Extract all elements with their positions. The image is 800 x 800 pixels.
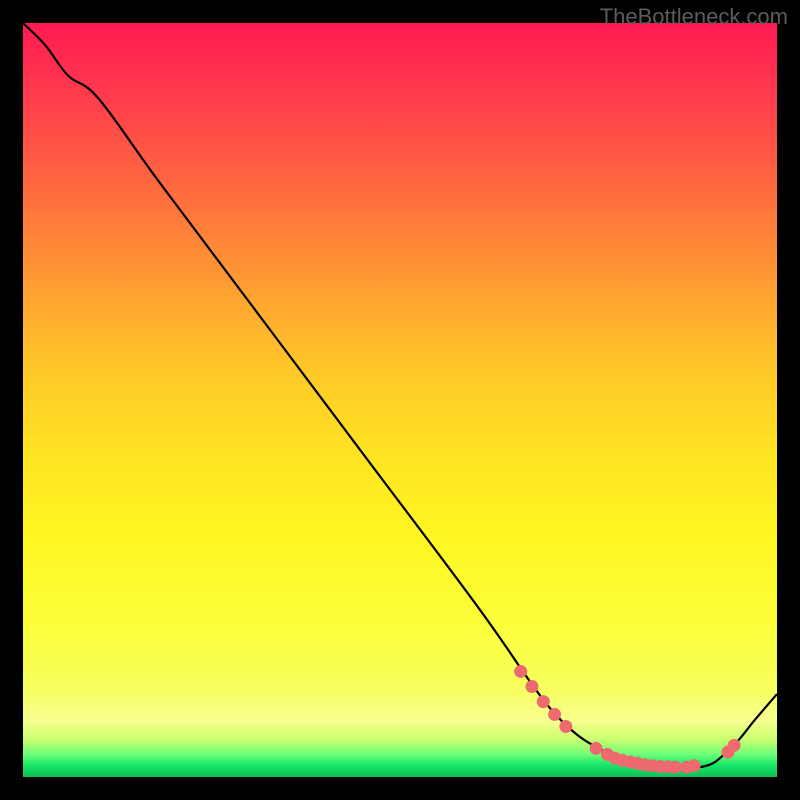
highlight-dot bbox=[590, 742, 603, 755]
highlight-dot bbox=[548, 708, 561, 721]
highlight-dot bbox=[537, 695, 550, 708]
highlight-dot bbox=[669, 761, 682, 774]
highlight-dot bbox=[525, 680, 538, 693]
chart-container: TheBottleneck.com bbox=[0, 0, 800, 800]
curve-svg bbox=[23, 23, 777, 777]
highlight-dot bbox=[728, 739, 741, 752]
bottleneck-curve bbox=[23, 23, 777, 768]
watermark-text: TheBottleneck.com bbox=[600, 4, 788, 30]
highlight-dot bbox=[688, 759, 701, 772]
highlight-dots bbox=[514, 665, 740, 774]
highlight-dot bbox=[514, 665, 527, 678]
plot-area bbox=[23, 23, 777, 777]
highlight-dot bbox=[559, 720, 572, 733]
